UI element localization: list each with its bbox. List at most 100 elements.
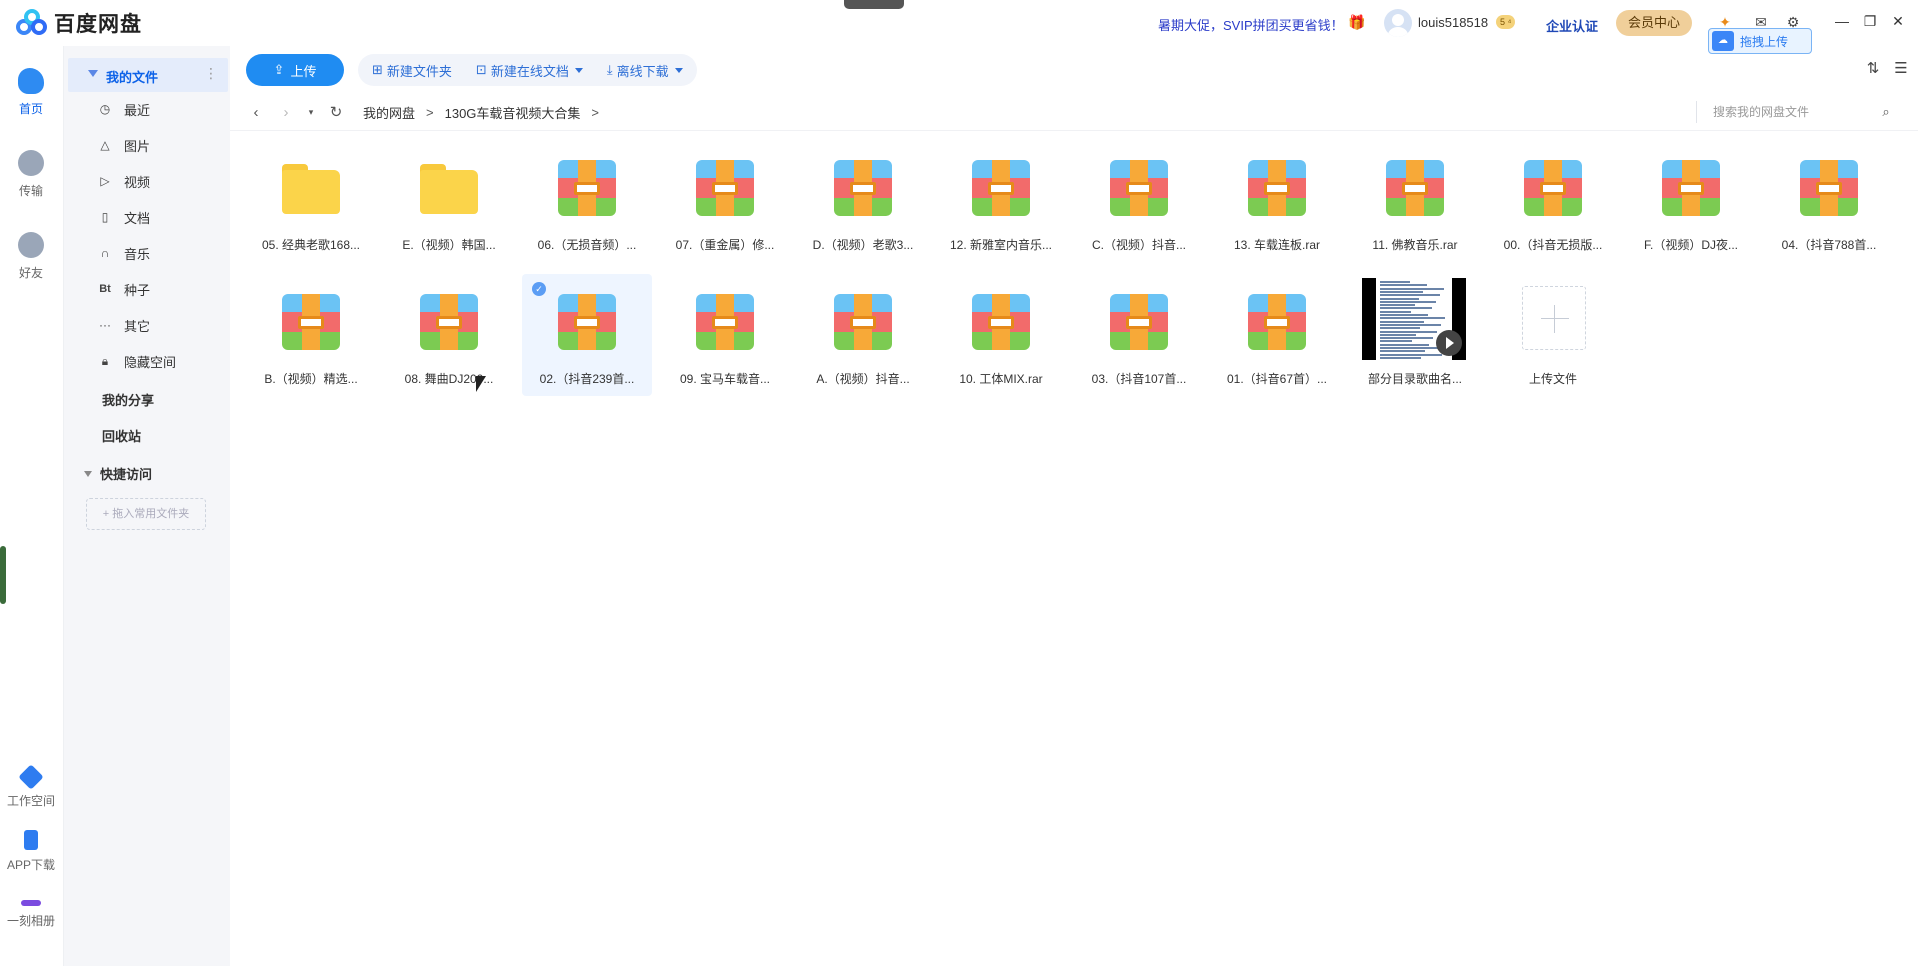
folder-icon [282,160,340,218]
archive-icon [558,294,616,352]
restore-icon[interactable]: ❐ [1862,13,1878,29]
search-icon[interactable]: ⌕ [1878,104,1894,120]
username[interactable]: louis518518 [1418,15,1488,30]
refresh-icon[interactable]: ↻ [326,103,346,121]
file-item[interactable]: 04.（抖音788首... [1764,140,1894,262]
clock-icon: ◷ [99,102,111,116]
sidebar-item-videos[interactable]: ▷ 视频 [98,166,150,196]
sidebar-item-images[interactable]: △ 图片 [98,130,150,160]
breadcrumb-current[interactable]: 130G车载音视频大合集 [445,103,581,122]
sidebar-item-my-files[interactable]: 我的文件 ⋮ [68,58,228,92]
history-dropdown-icon[interactable]: ▾ [306,107,316,118]
forward-icon[interactable]: › [276,104,296,121]
rail-item-home[interactable]: 首页 [0,68,62,117]
file-item[interactable]: 06.（无损音频）... [522,140,652,262]
close-icon[interactable]: ✕ [1890,13,1906,29]
sidebar: 我的文件 ⋮ ◷ 最近 △ 图片 ▷ 视频 ▯ 文档 ∩ 音乐 Bt 种子 ··… [64,46,230,966]
file-item[interactable]: 部分目录歌曲名... [1350,274,1480,396]
sidebar-item-others[interactable]: ··· 其它 [98,310,150,340]
file-item[interactable]: E.（视频）韩国... [384,140,514,262]
file-item[interactable]: 01.（抖音67首）... [1212,274,1342,396]
file-name: D.（视频）老歌3... [812,238,914,252]
archive-icon [1110,160,1168,218]
sidebar-item-torrents[interactable]: Bt 种子 [98,274,150,304]
image-icon: △ [100,138,110,152]
upload-button-label: 上传 [290,63,317,79]
rail-item-workspace[interactable]: 工作空间 [0,764,62,809]
drag-upload-widget[interactable]: ☁ 拖拽上传 [1708,28,1812,54]
quick-access-label: 快捷访问 [100,467,153,482]
window-drag-handle[interactable] [844,0,904,9]
archive-icon [972,294,1030,352]
gift-icon[interactable]: 🎁 [1348,14,1365,30]
file-item[interactable]: 13. 车载连板.rar [1212,140,1342,262]
file-name: 10. 工体MIX.rar [959,372,1043,386]
rail-item-album[interactable]: 一刻相册 [0,890,62,929]
upload-button[interactable]: ⇪ 上传 [246,54,344,86]
file-item[interactable]: A.（视频）抖音... [798,274,928,396]
file-item[interactable]: ✓ 02.（抖音239首... [522,274,652,396]
rail-item-app-download[interactable]: APP下载 [0,830,62,873]
rail-item-transfer[interactable]: 传输 [0,150,62,199]
sidebar-item-label: 图片 [124,138,151,154]
offline-download-button[interactable]: ⤓ 离线下载 [607,61,683,80]
list-view-icon[interactable]: ☰ [1892,60,1910,78]
file-item[interactable]: D.（视频）老歌3... [798,140,928,262]
avatar[interactable] [1384,9,1412,37]
sidebar-item-recycle-bin[interactable]: 回收站 [102,426,141,445]
sidebar-item-my-share[interactable]: 我的分享 [102,390,154,409]
sidebar-item-label: 其它 [124,318,151,334]
rail-item-label: 工作空间 [6,794,55,808]
archive-icon [696,160,754,218]
more-vertical-icon[interactable]: ⋮ [204,65,218,82]
archive-icon [972,160,1030,218]
quick-access-header[interactable]: 快捷访问 [84,464,152,483]
chevron-down-icon[interactable] [88,70,98,77]
file-item[interactable]: B.（视频）精选... [246,274,376,396]
file-item[interactable]: F.（视频）DJ夜... [1626,140,1756,262]
minimize-icon[interactable]: — [1834,13,1850,29]
archive-icon [1248,160,1306,218]
vip-center-button[interactable]: 会员中心 [1616,10,1692,36]
file-item[interactable]: 00.（抖音无损版... [1488,140,1618,262]
rail-item-label: 好友 [18,266,43,280]
file-item[interactable]: 12. 新雅室内音乐... [936,140,1066,262]
file-item[interactable]: 11. 佛教音乐.rar [1350,140,1480,262]
sidebar-item-documents[interactable]: ▯ 文档 [98,202,150,232]
new-folder-button[interactable]: ⊞ 新建文件夹 [372,61,452,80]
chevron-down-icon [84,470,92,477]
file-item[interactable]: 09. 宝马车载音... [660,274,790,396]
promo-banner-link[interactable]: 暑期大促，SVIP拼团买更省钱！ [1158,15,1344,34]
archive-icon [1386,160,1444,218]
sidebar-item-music[interactable]: ∩ 音乐 [98,238,150,268]
drop-favorite-folder-zone[interactable]: + 拖入常用文件夹 [86,498,206,530]
checkmark-icon[interactable]: ✓ [532,282,546,296]
breadcrumb-separator: > [426,104,434,120]
sidebar-item-recent[interactable]: ◷ 最近 [98,94,150,124]
torrent-icon: Bt [99,283,111,295]
file-item[interactable]: 07.（重金属）修... [660,140,790,262]
play-icon [1436,330,1462,356]
file-item[interactable]: 03.（抖音107首... [1074,274,1204,396]
search-input[interactable]: 搜索我的网盘文件 [1696,101,1896,123]
back-icon[interactable]: ‹ [246,104,266,121]
transfer-icon [18,150,44,176]
enterprise-cert-link[interactable]: 企业认证 [1546,16,1598,35]
cloud-icon [18,68,44,94]
rail-item-friends[interactable]: 好友 [0,232,62,281]
sidebar-item-hidden-space[interactable]: 🔒︎ 隐藏空间 [98,346,176,376]
file-item[interactable]: 05. 经典老歌168... [246,140,376,262]
app-logo: 百度网盘 [16,8,142,38]
sidebar-item-label: 视频 [124,174,151,190]
upload-file-tile[interactable]: 上传文件 [1488,274,1618,396]
breadcrumb-root[interactable]: 我的网盘 [363,103,415,122]
file-item[interactable]: 10. 工体MIX.rar [936,274,1066,396]
file-name: 07.（重金属）修... [675,238,775,252]
file-item[interactable]: C.（视频）抖音... [1074,140,1204,262]
video-thumbnail [1362,278,1466,360]
rail-scrollbar[interactable] [0,546,6,604]
new-online-doc-button[interactable]: ⊡ 新建在线文档 [476,61,583,80]
file-item[interactable]: 08. 舞曲DJ200... [384,274,514,396]
archive-icon [558,160,616,218]
sort-icon[interactable]: ⇅ [1864,60,1882,78]
